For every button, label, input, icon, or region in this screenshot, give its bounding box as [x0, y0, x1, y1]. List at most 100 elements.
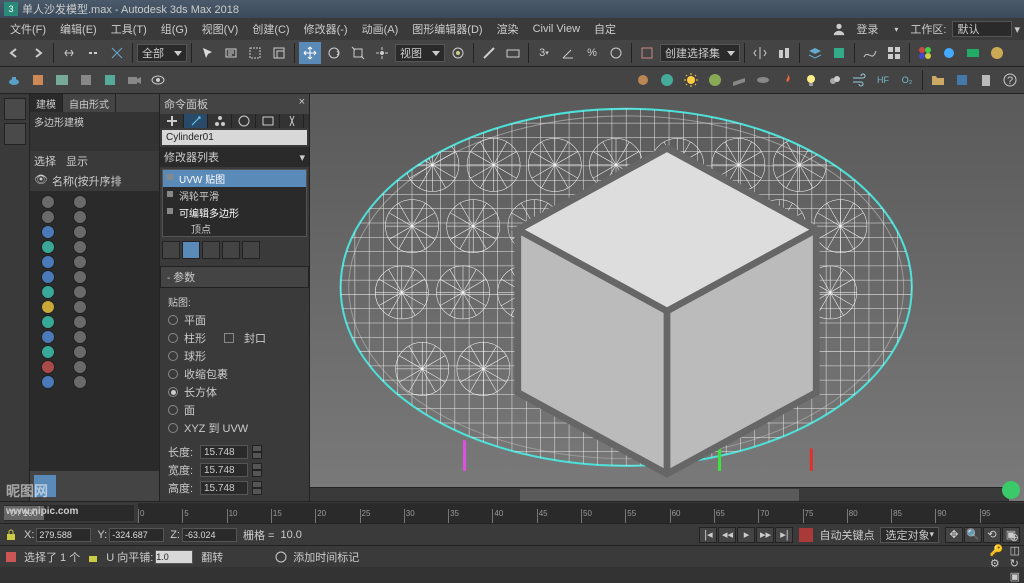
- vis-icon[interactable]: [73, 225, 87, 239]
- o2-icon[interactable]: O₂: [896, 69, 918, 91]
- menu-view[interactable]: 视图(V): [196, 19, 245, 39]
- width-spinner[interactable]: [200, 463, 248, 477]
- autokey-label[interactable]: 自动关键点: [819, 527, 874, 543]
- mirror-icon[interactable]: [749, 42, 771, 64]
- viewport-scrollbar[interactable]: [310, 487, 1009, 501]
- vis-icon[interactable]: [73, 195, 87, 209]
- schemview-icon[interactable]: [883, 42, 905, 64]
- script-icon[interactable]: [4, 550, 18, 564]
- close-icon[interactable]: ×: [299, 96, 305, 112]
- coord-x[interactable]: [36, 528, 91, 542]
- nav-orbit-icon[interactable]: ⟲: [983, 527, 1001, 543]
- vis-icon[interactable]: [73, 315, 87, 329]
- layer-color-icon[interactable]: [41, 330, 55, 344]
- manip-icon[interactable]: [478, 42, 500, 64]
- hf-icon[interactable]: HF: [872, 69, 894, 91]
- lock-icon[interactable]: [4, 528, 18, 542]
- menu-create[interactable]: 创建(C): [246, 19, 295, 39]
- help-icon[interactable]: ?: [999, 69, 1021, 91]
- vis-icon[interactable]: [41, 195, 55, 209]
- menu-group[interactable]: 组(G): [155, 19, 194, 39]
- maptype-face[interactable]: 面: [168, 401, 301, 419]
- menu-customize[interactable]: 自定: [588, 19, 622, 39]
- nav-zoom-icon[interactable]: 🔍: [964, 527, 982, 543]
- globe-icon[interactable]: [656, 69, 678, 91]
- goto-end-icon[interactable]: ▸|: [775, 527, 793, 543]
- layer-color-icon[interactable]: [41, 225, 55, 239]
- maptype-planar[interactable]: 平面: [168, 311, 301, 329]
- bulb-icon[interactable]: [800, 69, 822, 91]
- chevron-down-icon[interactable]: ▾: [299, 151, 305, 164]
- time-slider[interactable]: 0 / 100: [4, 505, 134, 521]
- layer-color-icon[interactable]: [41, 285, 55, 299]
- maptype-box[interactable]: 长方体: [168, 383, 301, 401]
- vis-icon[interactable]: [73, 300, 87, 314]
- play-icon[interactable]: ▸: [737, 527, 755, 543]
- fire-icon[interactable]: [776, 69, 798, 91]
- layer-color-icon[interactable]: [41, 300, 55, 314]
- image-icon[interactable]: [51, 69, 73, 91]
- display-label[interactable]: 显示: [66, 153, 88, 169]
- vis-icon[interactable]: [73, 375, 87, 389]
- length-spinner[interactable]: [200, 445, 248, 459]
- curve-editor-icon[interactable]: [859, 42, 881, 64]
- layer-color-icon[interactable]: [41, 255, 55, 269]
- ref-coord-dropdown[interactable]: 视图: [395, 44, 445, 62]
- vis-icon[interactable]: [73, 270, 87, 284]
- display-tab-icon[interactable]: [256, 114, 280, 128]
- link-icon[interactable]: [58, 42, 80, 64]
- coord-y[interactable]: [109, 528, 164, 542]
- viewport[interactable]: [310, 94, 1024, 501]
- goto-start-icon[interactable]: |◂: [699, 527, 717, 543]
- nav-max2-icon[interactable]: ▣: [1010, 570, 1020, 583]
- dock-btn-2[interactable]: [4, 123, 26, 145]
- menu-modifiers[interactable]: 修改器(-): [298, 19, 354, 39]
- tag-icon[interactable]: [275, 551, 287, 563]
- hierarchy-tab-icon[interactable]: [208, 114, 232, 128]
- vis-icon[interactable]: [73, 240, 87, 254]
- window-crossing-icon[interactable]: [268, 42, 290, 64]
- workspace-select[interactable]: [952, 21, 1012, 37]
- modifier-list-label[interactable]: 修改器列表: [164, 149, 219, 165]
- vis-icon[interactable]: [41, 210, 55, 224]
- box2-icon[interactable]: [99, 69, 121, 91]
- box-icon[interactable]: [75, 69, 97, 91]
- workspace-menu-icon[interactable]: ▾: [1014, 23, 1020, 36]
- menu-grapheditors[interactable]: 图形编辑器(D): [406, 19, 488, 39]
- maptype-shrink[interactable]: 收缩包裹: [168, 365, 301, 383]
- togglelayers-icon[interactable]: [828, 42, 850, 64]
- swatch[interactable]: [34, 475, 56, 497]
- menu-tools[interactable]: 工具(T): [105, 19, 153, 39]
- layer-color-icon[interactable]: [41, 240, 55, 254]
- angle-snap-icon[interactable]: [557, 42, 579, 64]
- render-setup-icon[interactable]: [938, 42, 960, 64]
- maptype-cylindrical[interactable]: 柱形封口: [168, 329, 301, 347]
- layer-color-icon[interactable]: [41, 360, 55, 374]
- pivot-icon[interactable]: [447, 42, 469, 64]
- scale-icon[interactable]: [347, 42, 369, 64]
- pin-stack-icon[interactable]: [162, 241, 180, 259]
- modifier-stack[interactable]: UVW 贴图 涡轮平滑 可编辑多边形 顶点 边 边界 多边形 元素: [162, 169, 307, 237]
- menu-civil[interactable]: Civil View: [527, 21, 586, 37]
- rollout-parameters[interactable]: - 参数: [160, 266, 309, 288]
- vis-icon[interactable]: [73, 360, 87, 374]
- editable-poly-item[interactable]: 可编辑多边形: [163, 204, 306, 221]
- vis-icon[interactable]: [73, 285, 87, 299]
- move-icon[interactable]: [299, 42, 321, 64]
- name-column[interactable]: 名称(按升序排: [52, 173, 122, 189]
- lock-icon[interactable]: [86, 550, 100, 564]
- configure-sets-icon[interactable]: [242, 241, 260, 259]
- editnamed-icon[interactable]: [636, 42, 658, 64]
- layer-color-icon[interactable]: [41, 270, 55, 284]
- snap-toggle-icon[interactable]: 3▾: [533, 42, 555, 64]
- vis-icon[interactable]: [73, 330, 87, 344]
- book-icon[interactable]: [27, 69, 49, 91]
- login-button[interactable]: 登录 ▾: [832, 19, 904, 39]
- key-filters[interactable]: 选定对象 ▾: [880, 527, 939, 543]
- select-icon[interactable]: [196, 42, 218, 64]
- subobj-edge[interactable]: 边: [163, 236, 306, 237]
- selection-filter[interactable]: 全部: [137, 44, 187, 62]
- bind-icon[interactable]: [106, 42, 128, 64]
- next-frame-icon[interactable]: ▸▸: [756, 527, 774, 543]
- dock-btn-1[interactable]: [4, 98, 26, 120]
